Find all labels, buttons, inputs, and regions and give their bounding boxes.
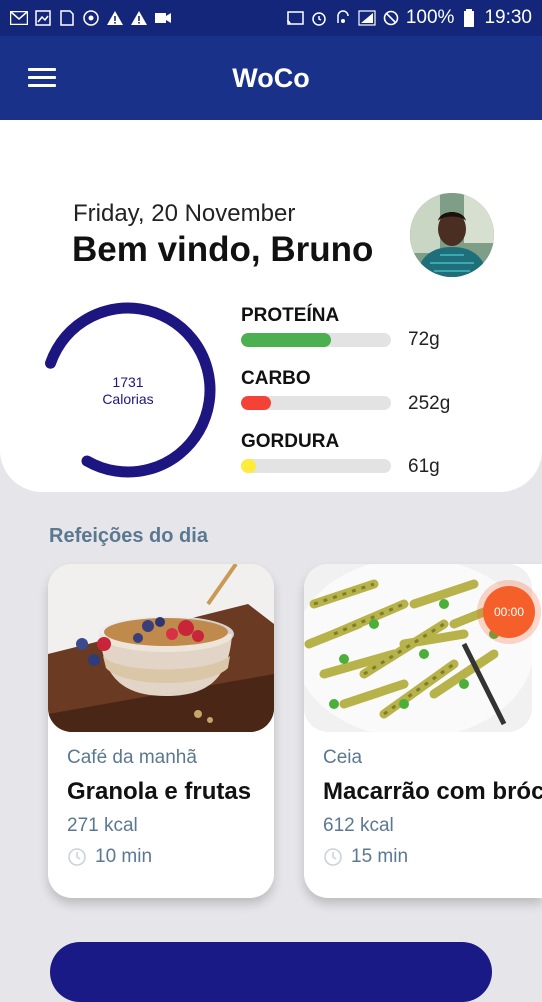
macro-value-protein: 72g xyxy=(408,329,440,350)
cast-icon xyxy=(286,10,304,26)
macro-fill-fat xyxy=(241,459,256,473)
calories-value: 1731 xyxy=(112,374,144,390)
clock-icon xyxy=(68,848,86,866)
avatar[interactable] xyxy=(410,193,494,277)
macro-value-fat: 61g xyxy=(408,456,440,477)
macro-fill-protein xyxy=(241,333,331,347)
clock: 19:30 xyxy=(484,7,532,28)
meal-name: Macarrão com brócolis xyxy=(323,778,542,805)
image-icon xyxy=(34,10,52,26)
sim-icon xyxy=(58,10,76,26)
macro-value-carbs: 252g xyxy=(408,393,451,414)
clock-icon xyxy=(324,848,342,866)
meal-duration: 10 min xyxy=(95,846,153,867)
calories-label: Calorias xyxy=(102,391,154,407)
do-not-disturb-icon xyxy=(382,10,400,26)
wifi-call-icon xyxy=(334,10,352,26)
meal-image-granola xyxy=(48,564,274,732)
meal-calories: 612 kcal xyxy=(323,815,394,836)
macro-bar-protein xyxy=(241,333,391,347)
battery-percentage: 100% xyxy=(405,7,455,28)
alarm-icon xyxy=(310,10,328,26)
status-bar: 100% 19:30 xyxy=(0,0,542,36)
chrome-icon xyxy=(82,10,100,26)
menu-icon[interactable] xyxy=(28,68,56,88)
macro-bar-fat xyxy=(241,459,391,473)
meal-type: Ceia xyxy=(323,747,363,768)
macro-fill-carbs xyxy=(241,396,271,410)
warning-icon xyxy=(106,10,124,26)
welcome-heading: Bem vindo, Bruno xyxy=(72,230,374,269)
meal-duration: 15 min xyxy=(351,846,409,867)
warning-icon xyxy=(130,10,148,26)
gmail-icon xyxy=(10,10,28,26)
bottom-action-button[interactable] xyxy=(50,942,492,1002)
system-icons: 100% 19:30 xyxy=(286,7,532,29)
macro-bar-carbs xyxy=(241,396,391,410)
meal-calories: 271 kcal xyxy=(67,815,138,836)
macro-label-protein: PROTEÍNA xyxy=(241,305,340,326)
macro-label-fat: GORDURA xyxy=(241,431,340,452)
battery-icon xyxy=(460,9,478,27)
calories-ring: 1731 Calorias xyxy=(40,302,216,478)
macro-label-carbs: CARBO xyxy=(241,368,311,389)
summary-card: Friday, 20 November Bem vindo, Bruno 173… xyxy=(0,120,542,492)
app-bar: WoCo xyxy=(0,36,542,120)
meal-card-breakfast[interactable]: Café da manhã Granola e frutas 271 kcal … xyxy=(48,564,274,898)
video-icon xyxy=(154,10,172,26)
notification-icons xyxy=(10,10,172,26)
current-date: Friday, 20 November xyxy=(73,200,296,227)
meal-name: Granola e frutas xyxy=(67,778,252,805)
app-title: WoCo xyxy=(232,62,310,93)
timer-button[interactable]: 00:00 xyxy=(483,586,535,638)
meal-type: Café da manhã xyxy=(67,747,197,768)
meals-section-title: Refeições do dia xyxy=(49,525,208,547)
signal-icon xyxy=(358,10,376,26)
